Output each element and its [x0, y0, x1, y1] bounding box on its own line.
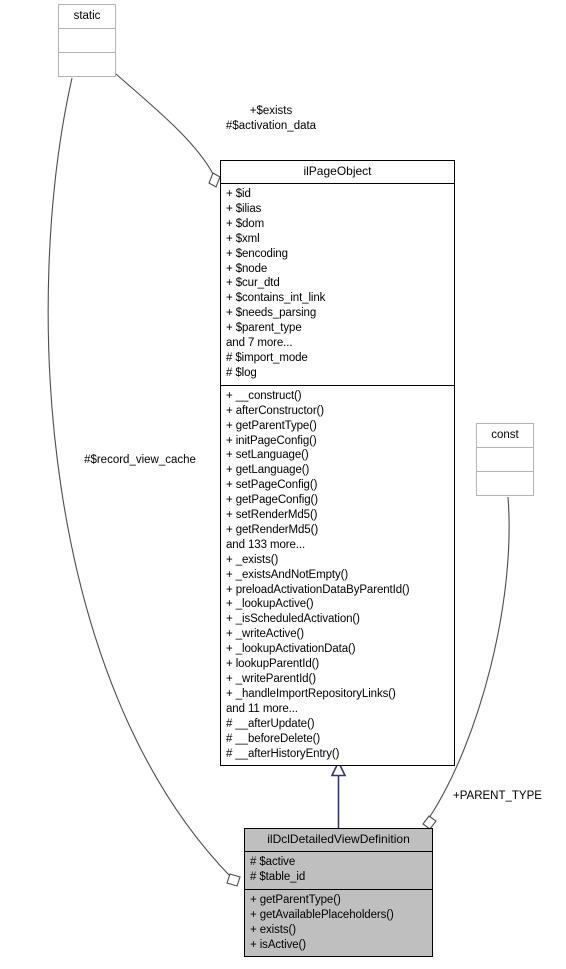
member-row: + $contains_int_link: [226, 292, 326, 305]
node-const-title-compartment: const: [477, 424, 533, 447]
member-row: # $log: [226, 366, 257, 379]
node-ilpageobject[interactable]: ilPageObject + $id + $ilias + $dom + $xml + …: [220, 160, 455, 767]
member-row: + $cur_dtd: [226, 277, 280, 290]
member-row: # __afterUpdate(): [226, 717, 315, 730]
member-row: + _lookupActive(): [226, 598, 314, 611]
node-static-title: static: [73, 10, 101, 22]
aggregation-diamond-detailedview-left: [226, 873, 241, 887]
node-ildcldetailedviewdefinition[interactable]: ilDclDetailedViewDefinition # $active # $…: [244, 828, 433, 958]
member-row: + setPageConfig(): [226, 479, 318, 492]
aggregation-diamond-pageobject: [208, 172, 221, 188]
node-ildcldetailedviewdefinition-attributes-compartment: # $active # $table_id: [245, 851, 432, 889]
node-ildcldetailedviewdefinition-operations-compartment: + getParentType() + getAvailablePlacehold…: [245, 888, 432, 957]
node-static-operations-compartment: [59, 52, 115, 76]
member-row: + isActive(): [250, 938, 306, 951]
member-row: and 7 more...: [226, 337, 293, 350]
member-row: + $needs_parsing: [226, 307, 317, 320]
member-row: + _writeActive(): [226, 628, 304, 641]
node-ilpageobject-title-compartment: ilPageObject: [221, 161, 454, 183]
member-row: + afterConstructor(): [226, 404, 325, 417]
member-row: + getRenderMd5(): [226, 523, 319, 536]
node-const-operations-compartment: [477, 471, 533, 495]
node-static-attributes-compartment: [59, 28, 115, 52]
node-ilpageobject-title: ilPageObject: [303, 164, 372, 178]
node-ildcldetailedviewdefinition-title: ilDclDetailedViewDefinition: [267, 832, 410, 846]
edge-static-to-detailedview: [47, 77, 231, 877]
member-row: + $dom: [226, 217, 265, 230]
member-row: + _isScheduledActivation(): [226, 613, 360, 626]
member-row: + _handleImportRepositoryLinks(): [226, 687, 396, 700]
member-row: # $active: [250, 856, 296, 868]
member-row: + getParentType(): [250, 893, 341, 906]
member-row: + _writeParentId(): [226, 673, 316, 685]
member-row: + setLanguage(): [226, 449, 309, 462]
member-row: and 11 more...: [226, 702, 298, 715]
edge-label-record-view-cache: #$record_view_cache: [84, 454, 196, 466]
member-row: # $import_mode: [226, 351, 308, 364]
node-ildcldetailedviewdefinition-title-compartment: ilDclDetailedViewDefinition: [245, 829, 432, 851]
member-row: + initPageConfig(): [226, 434, 317, 447]
edge-label-exists-activation-data: +$exists #$activation_data: [225, 105, 317, 132]
member-row: + $node: [226, 262, 268, 275]
member-row: # __afterHistoryEntry(): [226, 747, 340, 760]
member-row: + $id: [226, 188, 251, 200]
member-row: + $encoding: [226, 247, 288, 260]
node-const[interactable]: const: [476, 423, 534, 496]
member-row: + getPageConfig(): [226, 494, 318, 507]
node-ilpageobject-operations-compartment: + __construct() + afterConstructor() + get…: [221, 384, 454, 766]
member-row: + getAvailablePlaceholders(): [250, 908, 394, 921]
member-row: + preloadActivationDataByParentId(): [226, 583, 410, 596]
member-row: + $ilias: [226, 202, 262, 215]
uml-class-diagram: static const ilPageObject + $id + $ilias +…: [0, 0, 566, 969]
member-row: + _exists(): [226, 553, 279, 566]
node-static[interactable]: static: [58, 4, 116, 77]
member-row: + getLanguage(): [226, 464, 310, 477]
node-const-title: const: [491, 429, 519, 441]
member-row: # $table_id: [250, 870, 306, 883]
member-row: and 133 more...: [226, 538, 306, 551]
node-static-title-compartment: static: [59, 5, 115, 28]
edge-label-parent-type: +PARENT_TYPE: [453, 790, 542, 802]
member-row: + $xml: [226, 232, 260, 245]
member-row: + _existsAndNotEmpty(): [226, 568, 349, 581]
member-row: + lookupParentId(): [226, 658, 320, 671]
member-row: + getParentType(): [226, 419, 317, 432]
node-const-attributes-compartment: [477, 447, 533, 471]
member-row: + setRenderMd5(): [226, 509, 318, 522]
member-row: + $parent_type: [226, 322, 302, 335]
member-row: + exists(): [250, 923, 296, 936]
member-row: + _lookupActivationData(): [226, 643, 356, 656]
member-row: # __beforeDelete(): [226, 732, 321, 745]
member-row: + __construct(): [226, 389, 302, 402]
node-ilpageobject-attributes-compartment: + $id + $ilias + $dom + $xml + $encoding + $n…: [221, 183, 454, 385]
